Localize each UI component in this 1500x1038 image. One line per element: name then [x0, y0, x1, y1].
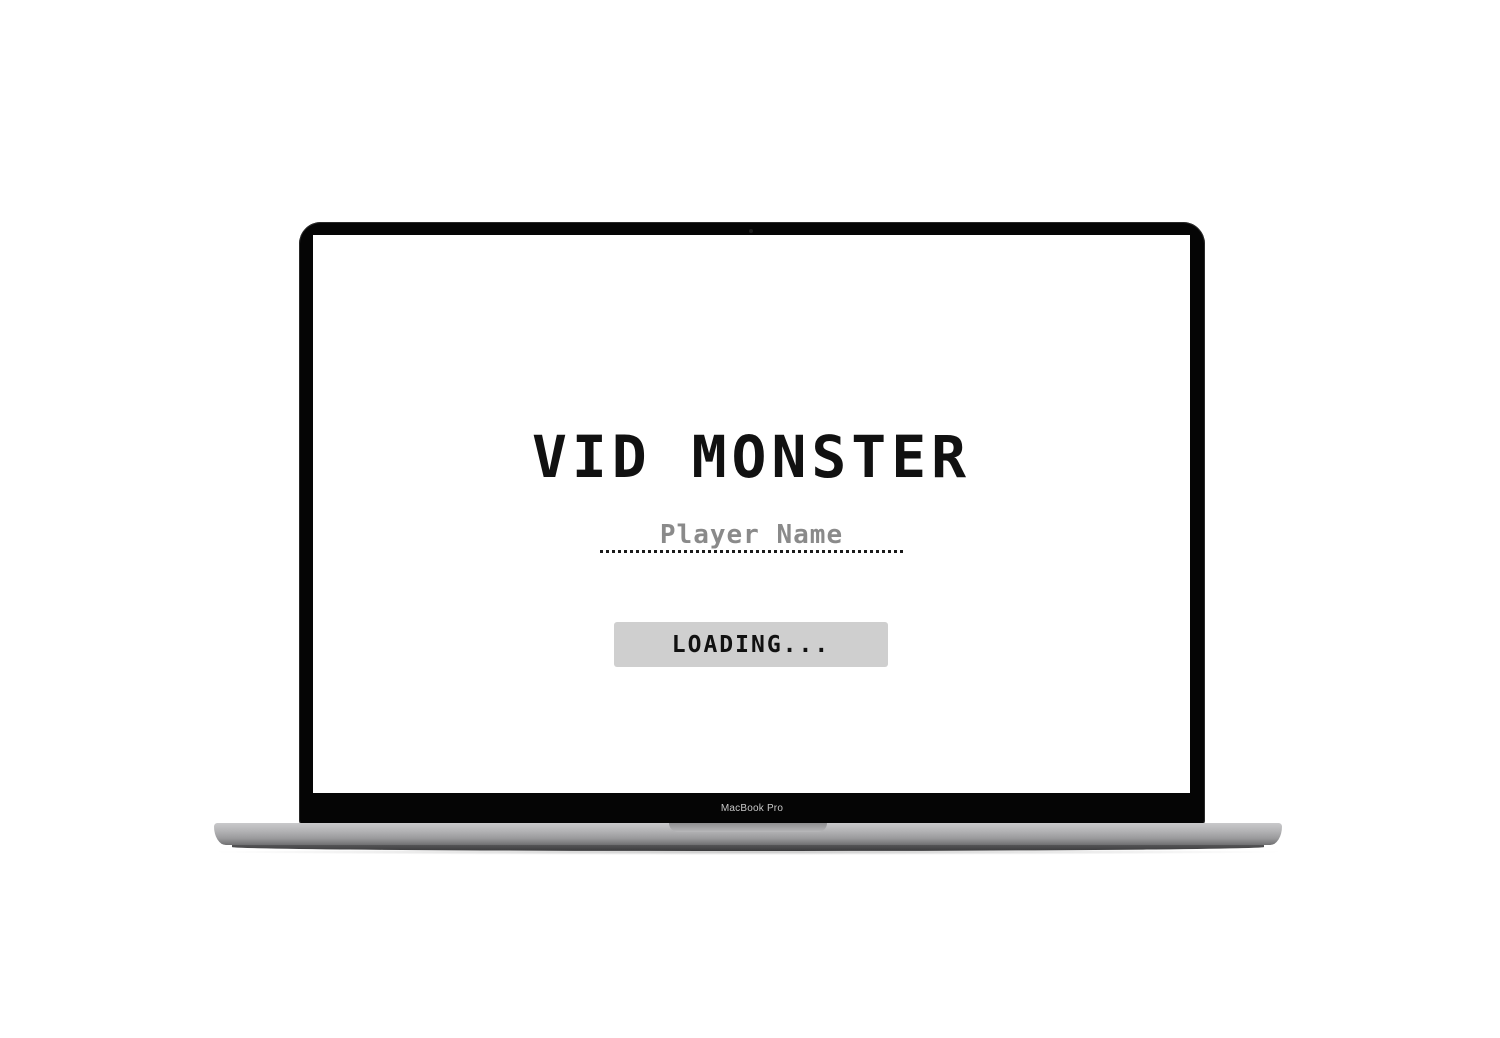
laptop-lid-notch: [669, 823, 827, 832]
laptop-screen: VID MONSTER LOADING...: [313, 235, 1190, 793]
game-title: VID MONSTER: [531, 423, 972, 491]
device-model-label: MacBook Pro: [720, 803, 784, 814]
player-name-input[interactable]: [600, 519, 903, 550]
player-name-field[interactable]: [600, 519, 903, 553]
loading-button[interactable]: LOADING...: [614, 622, 888, 667]
laptop-mockup: VID MONSTER LOADING... MacBook Pro: [0, 0, 1500, 1038]
webcam-icon: [749, 229, 753, 233]
